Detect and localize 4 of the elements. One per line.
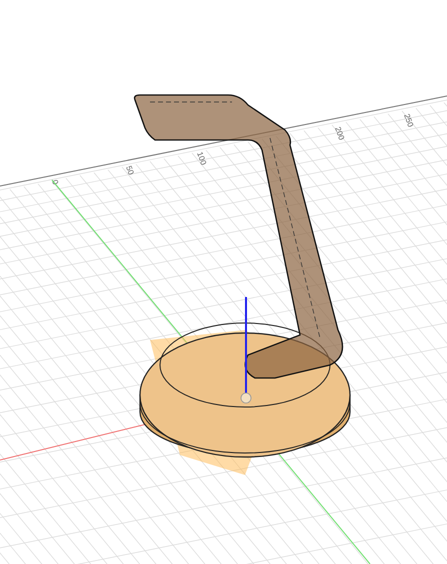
ruler-label: 100 [195,150,208,166]
ruler-label: 250 [402,112,416,128]
ruler-label: 50 [124,164,136,176]
ruler-label: 200 [333,126,346,142]
